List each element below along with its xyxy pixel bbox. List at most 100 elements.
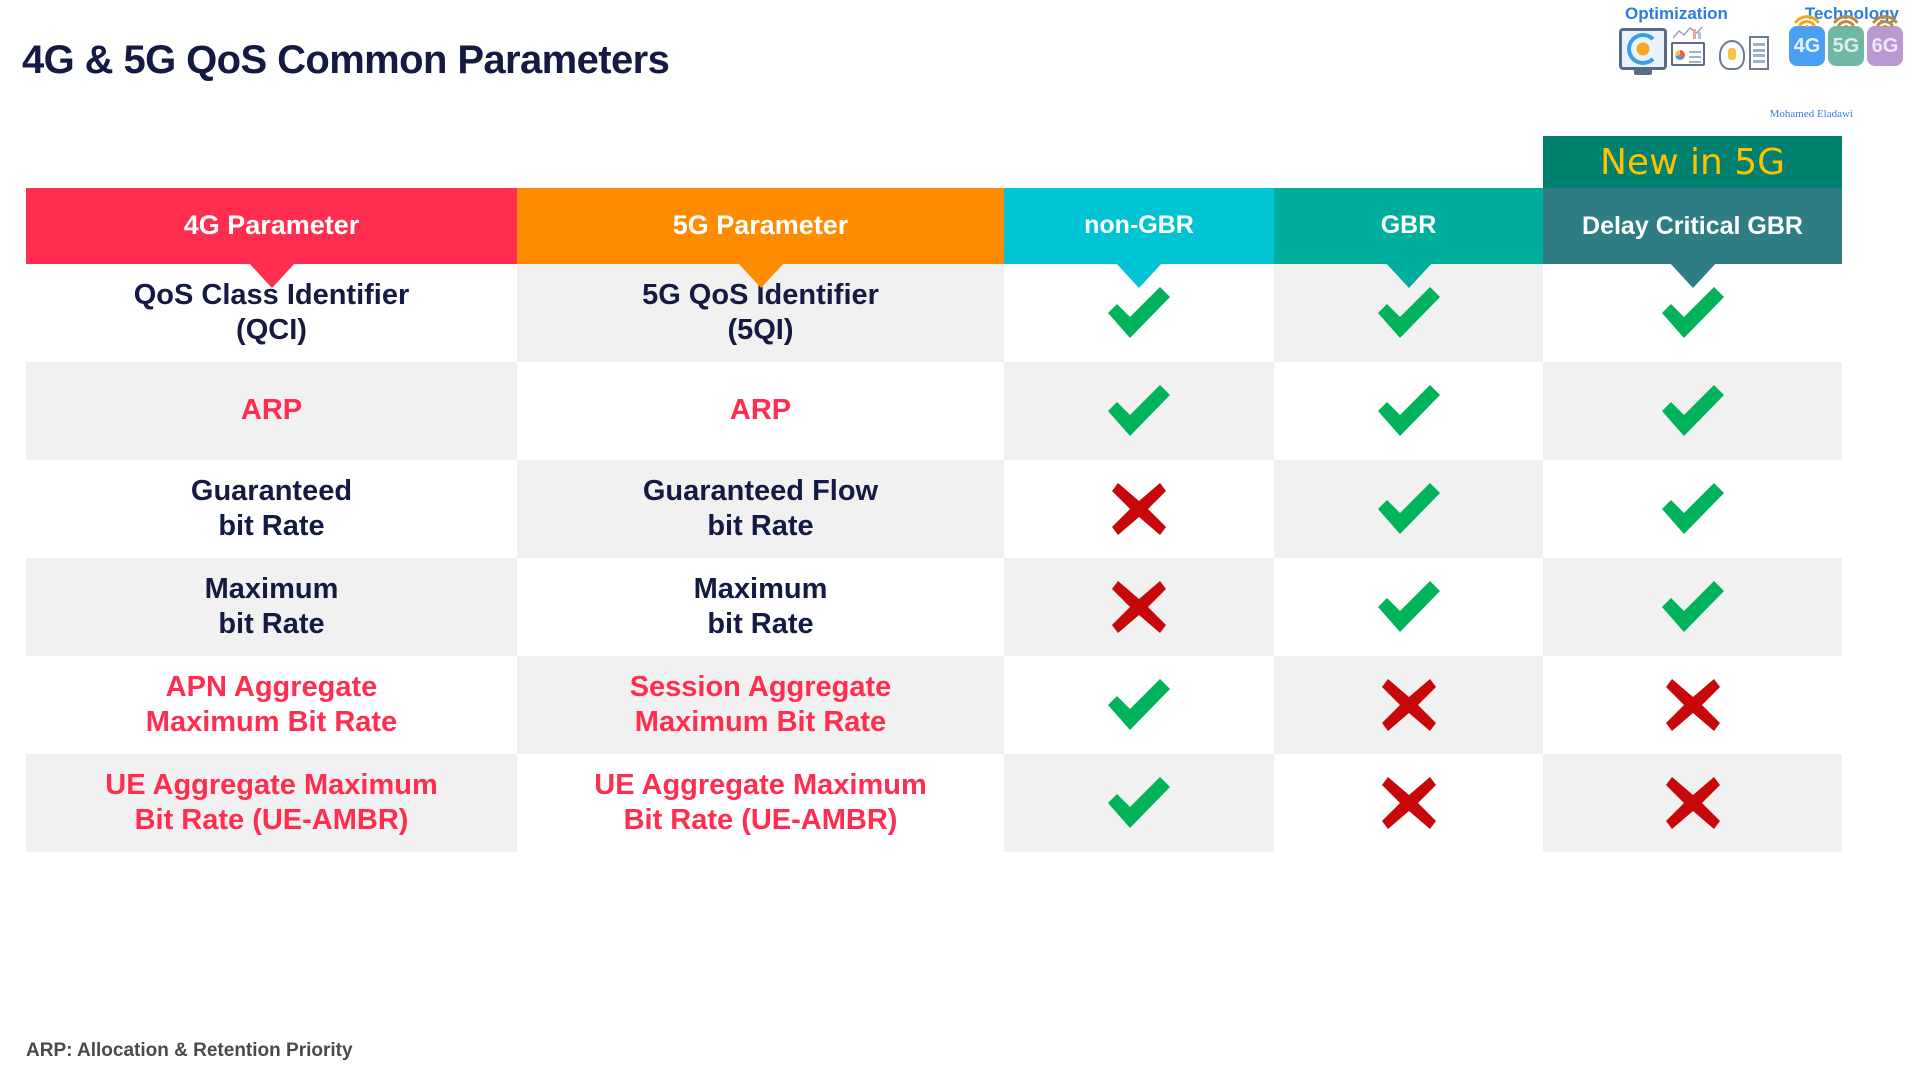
- check-icon: [1372, 576, 1446, 638]
- table-row: ARP ARP: [26, 362, 1842, 460]
- brand-label-optimization: Optimization: [1625, 4, 1728, 23]
- analytics-dashboard-icon: [1671, 26, 1715, 70]
- cross-icon: [1108, 577, 1170, 637]
- column-header-label: 4G Parameter: [183, 210, 360, 241]
- optimization-icons: [1619, 26, 1769, 70]
- server-rack-icon: [1749, 36, 1769, 70]
- cell-text: APN Aggregate Maximum Bit Rate: [145, 670, 398, 738]
- column-header-gbr[interactable]: GBR: [1274, 188, 1543, 288]
- header-notch-icon: [1668, 262, 1717, 288]
- brand-logo: Optimization Technology 4G 5G 6G Mohamed…: [1609, 4, 1909, 124]
- column-header-non-gbr[interactable]: non-GBR: [1004, 188, 1274, 288]
- sparkline-icon: [1673, 26, 1703, 39]
- cell-4g-parameter: ARP: [26, 362, 517, 460]
- cell-delay-critical-gbr: [1543, 754, 1842, 852]
- page-title: 4G & 5G QoS Common Parameters: [22, 38, 670, 82]
- brand-labels: Optimization Technology: [1609, 4, 1909, 24]
- cross-icon: [1108, 479, 1170, 539]
- cell-text: Session Aggregate Maximum Bit Rate: [629, 670, 892, 738]
- cell-gbr: [1274, 362, 1543, 460]
- cell-text: QoS Class Identifier (QCI): [133, 278, 410, 346]
- cell-4g-parameter: Maximum bit Rate: [26, 558, 517, 656]
- cross-icon: [1378, 773, 1440, 833]
- cell-non-gbr: [1004, 656, 1274, 754]
- table-row: UE Aggregate Maximum Bit Rate (UE-AMBR) UE…: [26, 754, 1842, 852]
- idea-and-server-group: [1719, 40, 1745, 70]
- tile-label-5g: 5G: [1832, 34, 1860, 57]
- text-line-icon: [1689, 51, 1701, 53]
- cell-gbr: [1274, 460, 1543, 558]
- text-line-icon: [1689, 61, 1701, 63]
- cell-5g-parameter: Session Aggregate Maximum Bit Rate: [517, 656, 1004, 754]
- cross-icon: [1662, 773, 1724, 833]
- table-row: APN Aggregate Maximum Bit Rate Session Agg…: [26, 656, 1842, 754]
- cell-text: UE Aggregate Maximum Bit Rate (UE-AMBR): [105, 768, 438, 836]
- cell-delay-critical-gbr: [1543, 362, 1842, 460]
- check-icon: [1102, 380, 1176, 442]
- cell-4g-parameter: UE Aggregate Maximum Bit Rate (UE-AMBR): [26, 754, 517, 852]
- cell-gbr: [1274, 656, 1543, 754]
- check-icon: [1656, 380, 1730, 442]
- cell-non-gbr: [1004, 362, 1274, 460]
- table-header-row: New in 5G 4G Parameter 5G Parameter non-…: [26, 136, 1842, 288]
- cell-5g-parameter: Guaranteed Flow bit Rate: [517, 460, 1004, 558]
- tile-4g-icon: 4G: [1789, 15, 1825, 66]
- header-notch-icon: [1115, 262, 1163, 288]
- tile-6g-icon: 6G: [1867, 15, 1903, 66]
- wifi-signal-icon: [1833, 15, 1859, 27]
- header-notch-icon: [736, 262, 785, 288]
- table-body: QoS Class Identifier (QCI) 5G QoS Identifi…: [26, 264, 1842, 852]
- pie-chart-icon: [1675, 50, 1685, 60]
- cell-text: ARP: [240, 394, 303, 427]
- tile-label-4g: 4G: [1793, 34, 1821, 57]
- check-icon: [1102, 282, 1176, 344]
- lightbulb-icon: [1719, 40, 1745, 70]
- cell-non-gbr: [1004, 754, 1274, 852]
- table-row: Guaranteed bit Rate Guaranteed Flow bit Rat…: [26, 460, 1842, 558]
- table-row: Maximum bit Rate Maximum bit Rate: [26, 558, 1842, 656]
- cell-text: ARP: [729, 394, 792, 427]
- check-icon: [1102, 772, 1176, 834]
- column-header-label: GBR: [1380, 211, 1437, 240]
- cell-5g-parameter: Maximum bit Rate: [517, 558, 1004, 656]
- cell-text: Guaranteed bit Rate: [190, 474, 353, 542]
- cell-5g-parameter: UE Aggregate Maximum Bit Rate (UE-AMBR): [517, 754, 1004, 852]
- cell-4g-parameter: Guaranteed bit Rate: [26, 460, 517, 558]
- cell-delay-critical-gbr: [1543, 558, 1842, 656]
- filament-icon: [1728, 48, 1736, 60]
- column-header-5g-parameter[interactable]: 5G Parameter: [517, 188, 1004, 288]
- wifi-signal-icon: [1872, 15, 1898, 27]
- check-icon: [1372, 478, 1446, 540]
- cross-icon: [1378, 675, 1440, 735]
- qos-comparison-table: New in 5G 4G Parameter 5G Parameter non-…: [26, 136, 1842, 852]
- column-header-label: 5G Parameter: [672, 210, 849, 241]
- check-icon: [1656, 282, 1730, 344]
- column-header-4g-parameter[interactable]: 4G Parameter: [26, 188, 517, 288]
- brand-icon-row: 4G 5G 6G: [1609, 15, 1909, 70]
- footnote-arp-definition: ARP: Allocation & Retention Priority: [26, 1040, 353, 1061]
- tile-5g-icon: 5G: [1828, 15, 1864, 66]
- header-notch-icon: [1384, 262, 1433, 288]
- cell-text: Guaranteed Flow bit Rate: [642, 474, 879, 542]
- cell-non-gbr: [1004, 460, 1274, 558]
- column-header-label: Delay Critical GBR: [1582, 211, 1803, 240]
- cell-4g-parameter: APN Aggregate Maximum Bit Rate: [26, 656, 517, 754]
- check-icon: [1656, 478, 1730, 540]
- technology-icons: 4G 5G 6G: [1789, 15, 1903, 66]
- monitor-optimization-icon: [1619, 28, 1667, 70]
- check-icon: [1102, 674, 1176, 736]
- cell-text: UE Aggregate Maximum Bit Rate (UE-AMBR): [594, 768, 927, 836]
- check-icon: [1372, 380, 1446, 442]
- cross-icon: [1662, 675, 1724, 735]
- check-icon: [1656, 576, 1730, 638]
- gear-icon: [1636, 42, 1650, 56]
- header-notch-icon: [247, 262, 296, 288]
- cell-delay-critical-gbr: [1543, 460, 1842, 558]
- cell-gbr: [1274, 558, 1543, 656]
- brand-author: Mohamed Eladawi: [1769, 108, 1853, 120]
- cell-text: Maximum bit Rate: [204, 572, 339, 640]
- cell-gbr: [1274, 754, 1543, 852]
- check-icon: [1372, 282, 1446, 344]
- cell-text: Maximum bit Rate: [693, 572, 828, 640]
- column-header-delay-critical-gbr[interactable]: Delay Critical GBR: [1543, 188, 1842, 288]
